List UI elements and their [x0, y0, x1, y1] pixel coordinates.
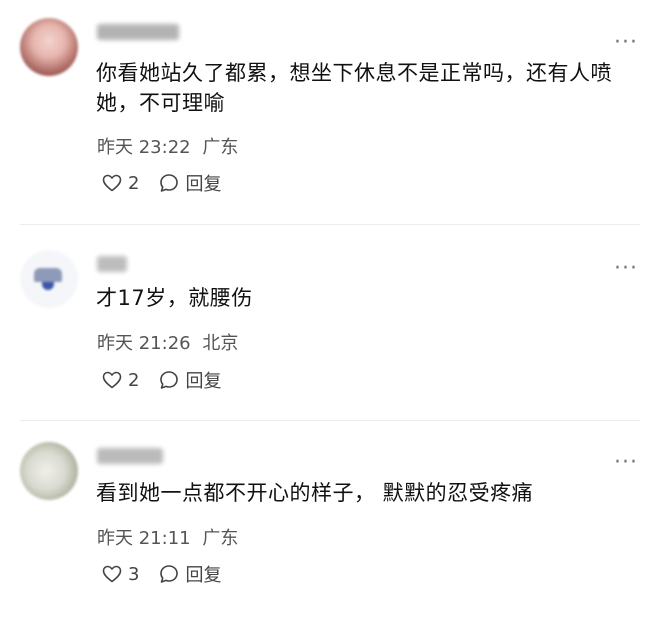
speech-bubble-icon — [159, 370, 179, 390]
heart-icon — [102, 174, 122, 192]
comment-date: 昨天 21:11 — [97, 528, 191, 549]
reply-label: 回复 — [185, 371, 222, 392]
more-options-icon[interactable]: ··· — [614, 452, 638, 474]
reply-label: 回复 — [185, 174, 222, 195]
divider — [20, 224, 640, 225]
comment-date: 昨天 21:26 — [97, 333, 191, 354]
comment-actions: 2 回复 — [102, 367, 241, 393]
reply-button[interactable]: 回复 — [159, 561, 221, 587]
comment-text: 看到她一点都不开心的样子， 默默的忍受疼痛 — [96, 481, 534, 505]
comment-actions: 3 回复 — [102, 561, 241, 587]
avatar[interactable] — [20, 250, 78, 308]
divider — [20, 420, 640, 421]
like-count: 2 — [128, 369, 140, 391]
avatar-figure-base — [42, 282, 54, 290]
comment-meta: 昨天 21:11 广东 — [97, 524, 238, 550]
like-button[interactable]: 2 — [102, 370, 139, 391]
comment-text: 才17岁，就腰伤 — [96, 286, 253, 310]
more-options-icon[interactable]: ··· — [614, 32, 638, 54]
reply-button[interactable]: 回复 — [159, 367, 221, 393]
more-options-icon[interactable]: ··· — [614, 258, 638, 280]
heart-icon — [102, 565, 122, 583]
avatar-figure — [34, 268, 62, 282]
username-blurred[interactable] — [97, 256, 127, 272]
comment-text: 你看她站久了都累，想坐下休息不是正常吗，还有人喷她，不可理喻 — [96, 61, 612, 115]
speech-bubble-icon — [159, 564, 179, 584]
like-button[interactable]: 2 — [102, 173, 139, 194]
reply-button[interactable]: 回复 — [159, 170, 221, 196]
speech-bubble-icon — [159, 173, 179, 193]
comment-date: 昨天 23:22 — [97, 137, 191, 158]
like-count: 3 — [128, 563, 140, 585]
comment-meta: 昨天 21:26 北京 — [97, 329, 238, 355]
like-count: 2 — [128, 172, 140, 194]
heart-icon — [102, 371, 122, 389]
comment-location: 北京 — [202, 333, 239, 354]
comment-actions: 2 回复 — [102, 170, 241, 196]
username-blurred[interactable] — [97, 24, 179, 40]
username-blurred[interactable] — [97, 448, 163, 464]
comment-location: 广东 — [202, 528, 239, 549]
like-button[interactable]: 3 — [102, 564, 139, 585]
comment-meta: 昨天 23:22 广东 — [97, 133, 238, 159]
avatar[interactable] — [20, 442, 78, 500]
comment-location: 广东 — [202, 137, 239, 158]
avatar[interactable] — [20, 18, 78, 76]
reply-label: 回复 — [185, 565, 222, 586]
